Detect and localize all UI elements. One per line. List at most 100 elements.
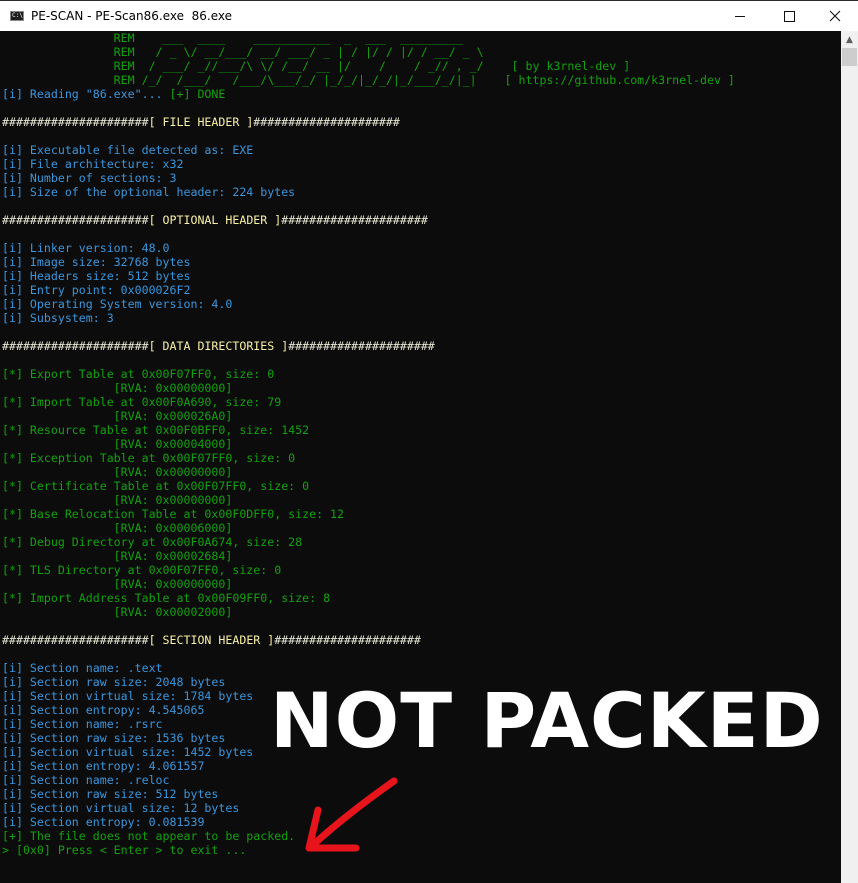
maximize-button[interactable] xyxy=(766,1,812,31)
console-text: [*] Import Table at 0x00F0A690, size: 79 xyxy=(2,395,282,409)
console-line: #####################[ DATA DIRECTORIES … xyxy=(2,339,435,353)
minimize-icon xyxy=(735,15,745,17)
console-text: [i] Reading "86.exe"... xyxy=(2,87,170,101)
console-text: [*] Export Table at 0x00F07FF0, size: 0 xyxy=(2,367,275,381)
console-text: [i] Section entropy: 4.061557 xyxy=(2,759,205,773)
console-text: [i] Section entropy: 0.081539 xyxy=(2,815,205,829)
console-line: [RVA: 0x00004000] xyxy=(2,437,233,451)
window-title: PE-SCAN - PE-Scan86.exe 86.exe xyxy=(31,9,232,23)
console-line: [i] Section entropy: 0.081539 xyxy=(2,815,204,829)
console-line: REM / _ \/ __/___/ __/ ___/ _ | / |/ / |… xyxy=(2,45,484,59)
console-text: [*] Certificate Table at 0x00F07FF0, siz… xyxy=(2,479,310,493)
vertical-scrollbar[interactable]: ▲ xyxy=(841,31,858,883)
console-line: [RVA: 0x00000000] xyxy=(2,465,233,479)
console-line: [RVA: 0x00000000] xyxy=(2,577,233,591)
console-text: [i] Section raw size: 2048 bytes xyxy=(2,675,226,689)
console-text: [i] Section virtual size: 1452 bytes xyxy=(2,745,254,759)
console-line: > [0x0] Press < Enter > to exit ... xyxy=(2,843,246,857)
console-line: [*] Exception Table at 0x00F07FF0, size:… xyxy=(2,451,295,465)
console-line: [i] Entry point: 0x000026F2 xyxy=(2,283,190,297)
scroll-up-arrow-icon[interactable]: ▲ xyxy=(841,31,858,47)
console-text: [i] Number of sections: 3 xyxy=(2,171,177,185)
console-line: [i] Section name: .rsrc xyxy=(2,717,163,731)
console-line: [i] Section raw size: 512 bytes xyxy=(2,787,218,801)
console-line: [i] Headers size: 512 bytes xyxy=(2,269,190,283)
console-line: [RVA: 0x00002000] xyxy=(2,605,233,619)
console-text: [i] Section raw size: 512 bytes xyxy=(2,787,219,801)
console-text: [i] Section name: .rsrc xyxy=(2,717,163,731)
console-text: [i] Subsystem: 3 xyxy=(2,311,114,325)
console-text: [*] Exception Table at 0x00F07FF0, size:… xyxy=(2,451,296,465)
console-text: [i] Section virtual size: 1784 bytes xyxy=(2,689,254,703)
console-line: [i] Linker version: 48.0 xyxy=(2,241,170,255)
minimize-button[interactable] xyxy=(717,1,763,31)
console-text: [*] Resource Table at 0x00F0BFF0, size: … xyxy=(2,423,310,437)
close-button[interactable] xyxy=(812,1,858,31)
console-line: REM / ___/ _//___/\ \/ /__/ __ |/ / / _/… xyxy=(2,59,631,73)
console-line: [i] Section name: .text xyxy=(2,661,163,675)
console-app-icon[interactable]: C:\. xyxy=(10,11,27,21)
maximize-icon xyxy=(783,10,795,22)
console-text: [i] Size of the optional header: 224 byt… xyxy=(2,185,296,199)
console-text: [i] Headers size: 512 bytes xyxy=(2,269,191,283)
console-text: [i] Entry point: 0x000026F2 xyxy=(2,283,191,297)
console-text: [RVA: 0x00000000] xyxy=(2,577,233,591)
console-text: [*] Debug Directory at 0x00F0A674, size:… xyxy=(2,535,303,549)
console-line: [i] Executable file detected as: EXE xyxy=(2,143,253,157)
console-text: [*] Base Relocation Table at 0x00F0DFF0,… xyxy=(2,507,345,521)
console-text: [RVA: 0x00000000] xyxy=(2,465,233,479)
console-text: ##################### xyxy=(253,115,400,129)
console-line: [RVA: 0x000026A0] xyxy=(2,409,233,423)
console-line: [*] Debug Directory at 0x00F0A674, size:… xyxy=(2,535,302,549)
console-line: [i] File architecture: x32 xyxy=(2,157,183,171)
console-line: #####################[ FILE HEADER ]####… xyxy=(2,115,400,129)
console-text: [i] Section virtual size: 12 bytes xyxy=(2,801,240,815)
console-icon-label: C:\. xyxy=(12,12,27,19)
title-bar[interactable]: C:\. PE-SCAN - PE-Scan86.exe 86.exe xyxy=(0,0,858,31)
console-line: [RVA: 0x00006000] xyxy=(2,521,233,535)
console-text: ##################### xyxy=(2,339,149,353)
console-text: REM ___ ____ ___________ _ ___ _________ xyxy=(2,31,463,45)
console-text: ##################### xyxy=(2,213,149,227)
console-line: [RVA: 0x00000000] xyxy=(2,493,233,507)
console-line: [i] Operating System version: 4.0 xyxy=(2,297,232,311)
console-line: [i] Image size: 32768 bytes xyxy=(2,255,190,269)
console-line: [i] Reading "86.exe"... [+] DONE xyxy=(2,87,225,101)
scrollbar-thumb[interactable] xyxy=(842,48,857,66)
console-text: [RVA: 0x00006000] xyxy=(2,521,233,535)
console-line: [i] Section raw size: 2048 bytes xyxy=(2,675,225,689)
console-text: REM /_/ /___/ /___/\___/_/ |_/_/|_/_/|_/… xyxy=(2,73,735,87)
console-line: #####################[ SECTION HEADER ]#… xyxy=(2,633,421,647)
console-text: [i] Image size: 32768 bytes xyxy=(2,255,191,269)
console-text: ##################### xyxy=(288,339,435,353)
console-text: > [0x0] Press < Enter > to exit ... xyxy=(2,843,247,857)
console-text: ##################### xyxy=(2,115,149,129)
console-text: ##################### xyxy=(281,213,428,227)
console-text: [RVA: 0x00000000] xyxy=(2,493,233,507)
console-text: [RVA: 0x00000000] xyxy=(2,381,233,395)
console-line: [i] Section virtual size: 12 bytes xyxy=(2,801,239,815)
console-line: [i] Section raw size: 1536 bytes xyxy=(2,731,225,745)
console-line: [*] Import Address Table at 0x00F09FF0, … xyxy=(2,591,330,605)
console-text: [ SECTION HEADER ] xyxy=(148,633,275,647)
console-text: ##################### xyxy=(274,633,421,647)
console-line: [+] The file does not appear to be packe… xyxy=(2,829,295,843)
console-line: [i] Subsystem: 3 xyxy=(2,311,114,325)
console-line: [*] Import Table at 0x00F0A690, size: 79 xyxy=(2,395,281,409)
console-text: [ FILE HEADER ] xyxy=(148,115,254,129)
console-text: [i] Linker version: 48.0 xyxy=(2,241,170,255)
not-packed-annotation: NOT PACKED xyxy=(270,676,824,765)
console-text: [+] DONE xyxy=(169,87,226,101)
console-text: REM / ___/ _//___/\ \/ /__/ __ |/ / / _/… xyxy=(2,59,631,73)
console-text: [i] Executable file detected as: EXE xyxy=(2,143,254,157)
console-line: [RVA: 0x00000000] xyxy=(2,381,233,395)
console-text: [ DATA DIRECTORIES ] xyxy=(148,339,289,353)
console-line: REM ___ ____ ___________ _ ___ _________ xyxy=(2,31,463,45)
console-text: [i] Section name: .reloc xyxy=(2,773,170,787)
console-text: [RVA: 0x00004000] xyxy=(2,437,233,451)
console-text: [i] Section raw size: 1536 bytes xyxy=(2,731,226,745)
console-line: #####################[ OPTIONAL HEADER ]… xyxy=(2,213,428,227)
console-text: [*] TLS Directory at 0x00F07FF0, size: 0 xyxy=(2,563,282,577)
console-line: [i] Section entropy: 4.545065 xyxy=(2,703,204,717)
console-text: [ OPTIONAL HEADER ] xyxy=(148,213,282,227)
